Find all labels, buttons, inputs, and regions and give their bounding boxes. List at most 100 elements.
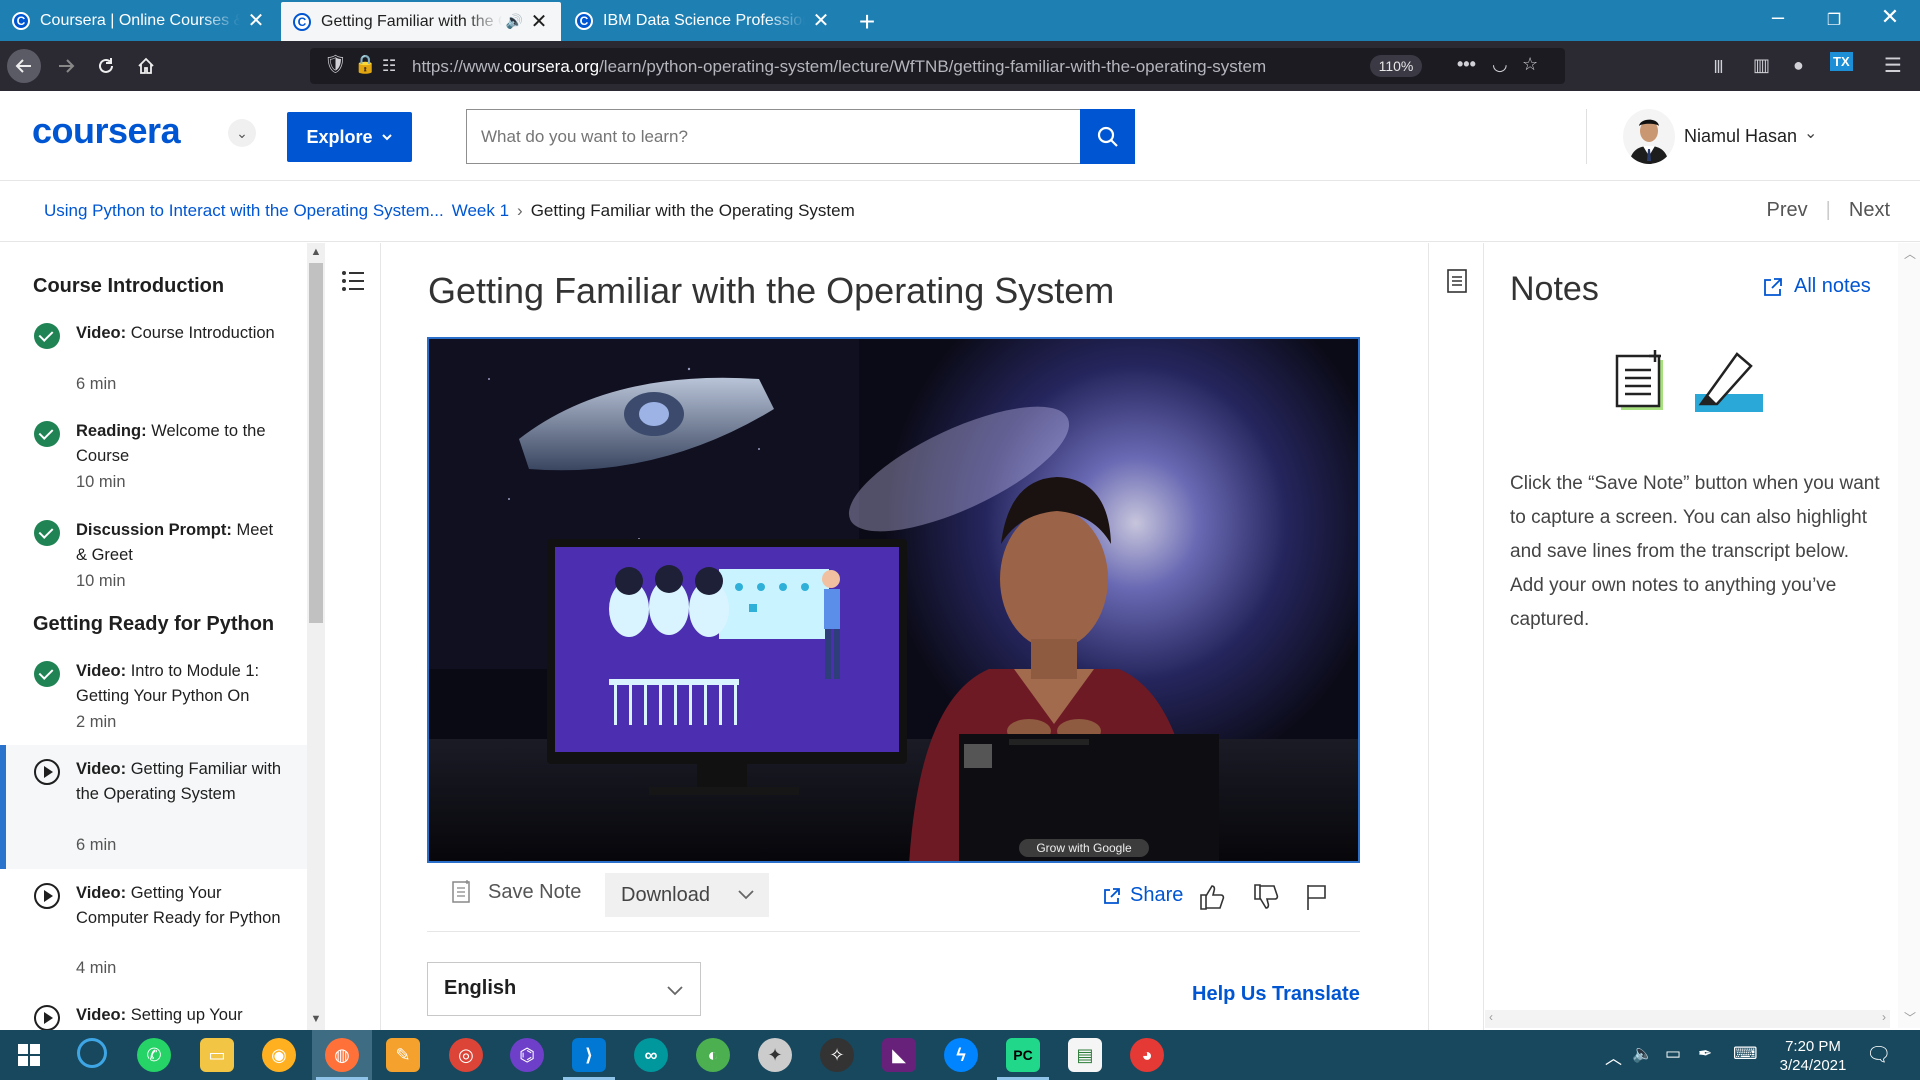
save-note-button[interactable]: Save Note: [452, 880, 581, 904]
breadcrumb-course-link[interactable]: Using Python to Interact with the Operat…: [44, 201, 444, 221]
home-button[interactable]: [129, 49, 163, 83]
list-item[interactable]: Video: Setting up Your: [0, 1003, 307, 1030]
list-item[interactable]: Video: Intro to Module 1: Getting Your P…: [0, 659, 307, 749]
satellite-app-icon[interactable]: ✦: [758, 1038, 792, 1072]
notes-panel-icon[interactable]: [1446, 268, 1468, 294]
reload-button[interactable]: [89, 49, 123, 83]
sidebar-scrollbar-thumb[interactable]: [309, 263, 323, 623]
close-tab-icon[interactable]: ✕: [246, 8, 266, 33]
chevron-down-icon[interactable]: ⌄: [1804, 123, 1817, 143]
address-bar[interactable]: 🛡 🔒 ☷ https://www.coursera.org/learn/pyt…: [310, 48, 1565, 84]
whatsapp-icon[interactable]: ✆: [137, 1038, 171, 1072]
vscode-icon[interactable]: ⟩: [563, 1038, 615, 1080]
account-icon[interactable]: ●: [1793, 55, 1804, 76]
vpn-app-icon[interactable]: ◉: [262, 1038, 296, 1072]
user-name[interactable]: Niamul Hasan: [1684, 126, 1797, 147]
pen-icon[interactable]: ✒: [1698, 1044, 1712, 1064]
thumbs-up-icon[interactable]: [1197, 882, 1227, 912]
scroll-down-icon[interactable]: ▼: [307, 1013, 325, 1025]
file-explorer-icon[interactable]: ▭: [200, 1038, 234, 1072]
breadcrumb-week-link[interactable]: Week 1: [452, 201, 509, 221]
tab-ibm-data-science[interactable]: C IBM Data Science Professional Certific…: [563, 0, 843, 41]
chrome-icon[interactable]: ◎: [449, 1038, 483, 1072]
library-icon[interactable]: 𝍫: [1714, 55, 1723, 85]
scroll-left-icon[interactable]: ‹: [1489, 1010, 1493, 1024]
pocket-icon[interactable]: ◡: [1492, 54, 1508, 75]
lock-icon[interactable]: 🔒: [354, 54, 376, 75]
close-tab-icon[interactable]: ✕: [811, 8, 831, 33]
tab-current-lecture[interactable]: C Getting Familiar with the Operating Sy…: [281, 2, 561, 41]
next-link[interactable]: Next: [1849, 199, 1890, 222]
space-app-icon[interactable]: ✧: [820, 1038, 854, 1072]
speaker-icon[interactable]: 🔊: [506, 13, 523, 30]
video-toolbar: Save Note Download Share: [427, 870, 1360, 932]
search-button[interactable]: [1080, 109, 1135, 164]
all-notes-link[interactable]: All notes: [1762, 275, 1871, 298]
keyboard-icon[interactable]: ⌨: [1733, 1044, 1758, 1064]
shield-icon[interactable]: 🛡: [324, 54, 347, 75]
list-item[interactable]: Reading: Welcome to the Course 10 min: [0, 419, 307, 509]
forward-button[interactable]: [49, 49, 83, 83]
pycharm-icon[interactable]: PC: [997, 1038, 1049, 1080]
list-outline-icon[interactable]: [340, 268, 366, 294]
scroll-up-icon[interactable]: ︿: [1904, 245, 1916, 262]
scroll-up-icon[interactable]: ▲: [307, 246, 325, 258]
prev-link[interactable]: Prev: [1767, 199, 1808, 222]
search-app-icon[interactable]: [77, 1038, 107, 1068]
restore-window-button[interactable]: ❐: [1804, 10, 1864, 42]
more-actions-icon[interactable]: •••: [1457, 54, 1476, 75]
visual-studio-icon[interactable]: ◣: [882, 1038, 916, 1072]
github-desktop-icon[interactable]: ⌬: [510, 1038, 544, 1072]
zoom-level[interactable]: 110%: [1370, 55, 1422, 77]
list-item[interactable]: Video: Course Introduction 6 min: [0, 321, 307, 411]
explore-button[interactable]: Explore: [287, 112, 412, 162]
notepad-app-icon[interactable]: ▤: [1068, 1038, 1102, 1072]
flag-icon[interactable]: [1303, 882, 1331, 912]
game-app-icon[interactable]: ◕: [1130, 1038, 1164, 1072]
volume-icon[interactable]: 🔈: [1632, 1044, 1653, 1064]
list-item[interactable]: Video: Getting Your Computer Ready for P…: [0, 881, 307, 991]
list-item[interactable]: Discussion Prompt: Meet & Greet 10 min: [0, 518, 307, 608]
avatar[interactable]: [1623, 109, 1675, 164]
permissions-icon[interactable]: ☷: [382, 56, 396, 76]
windows-start-icon[interactable]: [12, 1038, 46, 1072]
windows-taskbar: ✆ ▭ ◉ ◍ ✎ ◎ ⌬ ⟩ ∞ ◐ ✦ ✧ ◣ ϟ PC ▤ ◕ ︿ 🔈 ▭…: [0, 1030, 1920, 1080]
notification-icon[interactable]: 🗨: [1866, 1042, 1891, 1067]
help-translate-link[interactable]: Help Us Translate: [1192, 983, 1360, 1006]
item-kind: Reading:: [76, 422, 147, 440]
play-circle-icon: [34, 1005, 60, 1030]
search-input[interactable]: [466, 109, 1082, 164]
tab-coursera-home[interactable]: C Coursera | Online Courses & Credential…: [0, 0, 278, 41]
menu-icon[interactable]: ☰: [1884, 53, 1902, 78]
notes-horizontal-scrollbar[interactable]: ‹ ›: [1485, 1010, 1890, 1028]
coursera-logo[interactable]: coursera: [32, 110, 181, 152]
system-clock[interactable]: 7:20 PM 3/24/2021: [1768, 1037, 1858, 1075]
language-select[interactable]: English: [427, 962, 701, 1016]
extension-icon[interactable]: TX: [1830, 52, 1853, 71]
share-button[interactable]: Share: [1102, 884, 1183, 907]
arduino-icon[interactable]: ∞: [634, 1038, 668, 1072]
back-button[interactable]: [7, 49, 41, 83]
messenger-icon[interactable]: ϟ: [944, 1038, 978, 1072]
tray-expand-icon[interactable]: ︿: [1605, 1044, 1622, 1069]
page-scrollbar[interactable]: ︿ ﹀: [1898, 243, 1920, 1028]
video-player[interactable]: Grow with Google: [427, 337, 1360, 863]
earth-app-icon[interactable]: ◐: [696, 1038, 730, 1072]
url-text[interactable]: https://www.coursera.org/learn/python-op…: [412, 57, 1266, 77]
scroll-right-icon[interactable]: ›: [1882, 1010, 1886, 1024]
bookmark-star-icon[interactable]: ☆: [1522, 54, 1538, 75]
scroll-down-icon[interactable]: ﹀: [1904, 1009, 1916, 1026]
search-icon: [1097, 126, 1118, 147]
network-icon[interactable]: ▭: [1665, 1044, 1681, 1064]
chevron-down-icon[interactable]: ⌄: [228, 119, 256, 147]
download-dropdown[interactable]: Download: [605, 873, 769, 917]
sidebar-toggle-icon[interactable]: ▥: [1753, 55, 1770, 76]
minimize-window-button[interactable]: –: [1748, 4, 1808, 36]
firefox-icon[interactable]: ◍: [316, 1038, 368, 1080]
new-tab-button[interactable]: +: [852, 6, 882, 38]
close-window-button[interactable]: ✕: [1860, 4, 1920, 36]
drawing-app-icon[interactable]: ✎: [386, 1038, 420, 1072]
list-item-current[interactable]: Video: Getting Familiar with the Operati…: [0, 745, 307, 869]
close-tab-icon[interactable]: ✕: [529, 9, 549, 34]
thumbs-down-icon[interactable]: [1251, 882, 1281, 912]
